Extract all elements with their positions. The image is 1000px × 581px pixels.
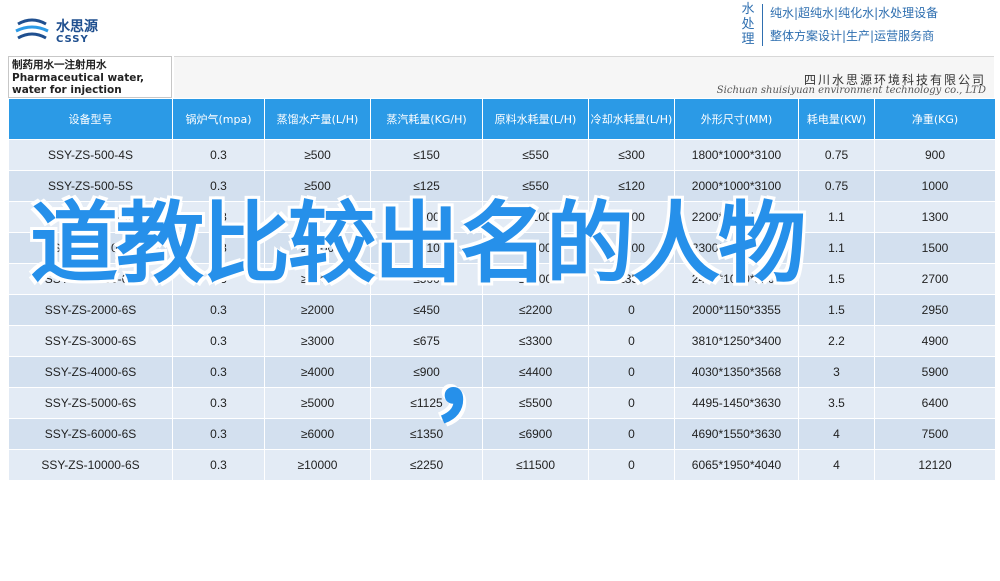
table-cell: 0.75 <box>798 139 875 171</box>
document-title-box: 制药用水一注射用水 Pharmaceutical water, water fo… <box>8 56 172 98</box>
water-drop-logo-icon <box>15 18 49 40</box>
table-cell: 0.3 <box>172 139 265 171</box>
table-cell: ≤11500 <box>482 449 589 481</box>
table-cell: ≥4000 <box>264 356 371 388</box>
table-header-row: 设备型号 锅炉气(mpa) 蒸馏水产量(L/H) 蒸汽耗量(KG/H) 原料水耗… <box>8 98 996 140</box>
table-cell: 2.2 <box>798 325 875 357</box>
company-box: 四川水思源环境科技有限公司 Sichuan shuisiyuan environ… <box>174 56 994 98</box>
tagline-line-2: 整体方案设计|生产|运营服务商 <box>770 29 935 43</box>
table-cell: 0.3 <box>172 418 265 450</box>
table-cell: 1800*1000*3100 <box>674 139 799 171</box>
table-cell: 4900 <box>874 325 996 357</box>
table-cell: ≥10000 <box>264 449 371 481</box>
table-cell: 7500 <box>874 418 996 450</box>
table-cell: 0 <box>588 325 675 357</box>
table-cell: 0 <box>588 418 675 450</box>
column-header: 蒸馏水产量(L/H) <box>264 98 371 140</box>
table-cell: 4690*1550*3630 <box>674 418 799 450</box>
table-cell: ≤150 <box>370 139 483 171</box>
table-cell: ≤300 <box>588 139 675 171</box>
column-header: 耗电量(KW) <box>798 98 875 140</box>
table-cell: 4495-1450*3630 <box>674 387 799 419</box>
table-cell: 6065*1950*4040 <box>674 449 799 481</box>
model-cell: SSY-ZS-3000-6S <box>8 325 173 357</box>
column-header: 蒸汽耗量(KG/H) <box>370 98 483 140</box>
model-cell: SSY-ZS-6000-6S <box>8 418 173 450</box>
table-cell: 0.3 <box>172 387 265 419</box>
table-cell: 0.3 <box>172 325 265 357</box>
table-cell: 0 <box>588 356 675 388</box>
document-title-en: Pharmaceutical water, water for injectio… <box>12 71 145 97</box>
overlay-punctuation: ， <box>430 322 526 434</box>
tagline-divider <box>762 4 763 46</box>
tagline-vertical: 水处理 <box>741 2 755 47</box>
table-cell: 0 <box>588 387 675 419</box>
tagline-line-1: 纯水|超纯水|纯化水|水处理设备 <box>770 6 939 20</box>
table-cell: ≥6000 <box>264 418 371 450</box>
table-cell: 900 <box>874 139 996 171</box>
table-row: SSY-ZS-500-4S 0.3 ≥500 ≤150 ≤550 ≤300 1800*100… <box>8 139 996 171</box>
column-header: 原料水耗量(L/H) <box>482 98 589 140</box>
document-header: 制药用水一注射用水 Pharmaceutical water, water fo… <box>8 56 994 98</box>
brand-name-en: CSSY <box>56 34 89 45</box>
top-banner: 水思源 CSSY 水处理 纯水|超纯水|纯化水|水处理设备 整体方案设计|生产|… <box>0 0 1000 56</box>
table-cell: 12120 <box>874 449 996 481</box>
table-cell: ≤2250 <box>370 449 483 481</box>
column-header: 外形尺寸(MM) <box>674 98 799 140</box>
table-cell: 3810*1250*3400 <box>674 325 799 357</box>
column-header: 锅炉气(mpa) <box>172 98 265 140</box>
table-cell: 3.5 <box>798 387 875 419</box>
table-cell: 6400 <box>874 387 996 419</box>
company-name-en: Sichuan shuisiyuan environment technolog… <box>716 85 986 96</box>
brand-name-cn: 水思源 <box>56 19 98 35</box>
model-cell: SSY-ZS-10000-6S <box>8 449 173 481</box>
table-cell: ≥3000 <box>264 325 371 357</box>
model-cell: SSY-ZS-5000-6S <box>8 387 173 419</box>
table-cell: 0.3 <box>172 356 265 388</box>
model-cell: SSY-ZS-500-4S <box>8 139 173 171</box>
column-header: 净重(KG) <box>874 98 996 140</box>
column-header: 冷却水耗量(L/H) <box>588 98 675 140</box>
document-title-cn: 制药用水一注射用水 <box>12 59 107 71</box>
table-cell: 4 <box>798 418 875 450</box>
table-cell: 3 <box>798 356 875 388</box>
table-cell: ≥500 <box>264 139 371 171</box>
model-cell: SSY-ZS-4000-6S <box>8 356 173 388</box>
document-title: 制药用水一注射用水 Pharmaceutical water, water fo… <box>12 59 170 97</box>
table-row: SSY-ZS-10000-6S 0.3 ≥10000 ≤2250 ≤11500 0 6065… <box>8 449 996 481</box>
column-header: 设备型号 <box>8 98 173 140</box>
table-cell: 0.3 <box>172 449 265 481</box>
table-cell: 4030*1350*3568 <box>674 356 799 388</box>
table-cell: ≥5000 <box>264 387 371 419</box>
table-cell: 4 <box>798 449 875 481</box>
overlay-headline: 道教比较出名的人物 <box>30 192 806 295</box>
table-cell: 0 <box>588 449 675 481</box>
table-cell: ≤550 <box>482 139 589 171</box>
table-cell: 5900 <box>874 356 996 388</box>
